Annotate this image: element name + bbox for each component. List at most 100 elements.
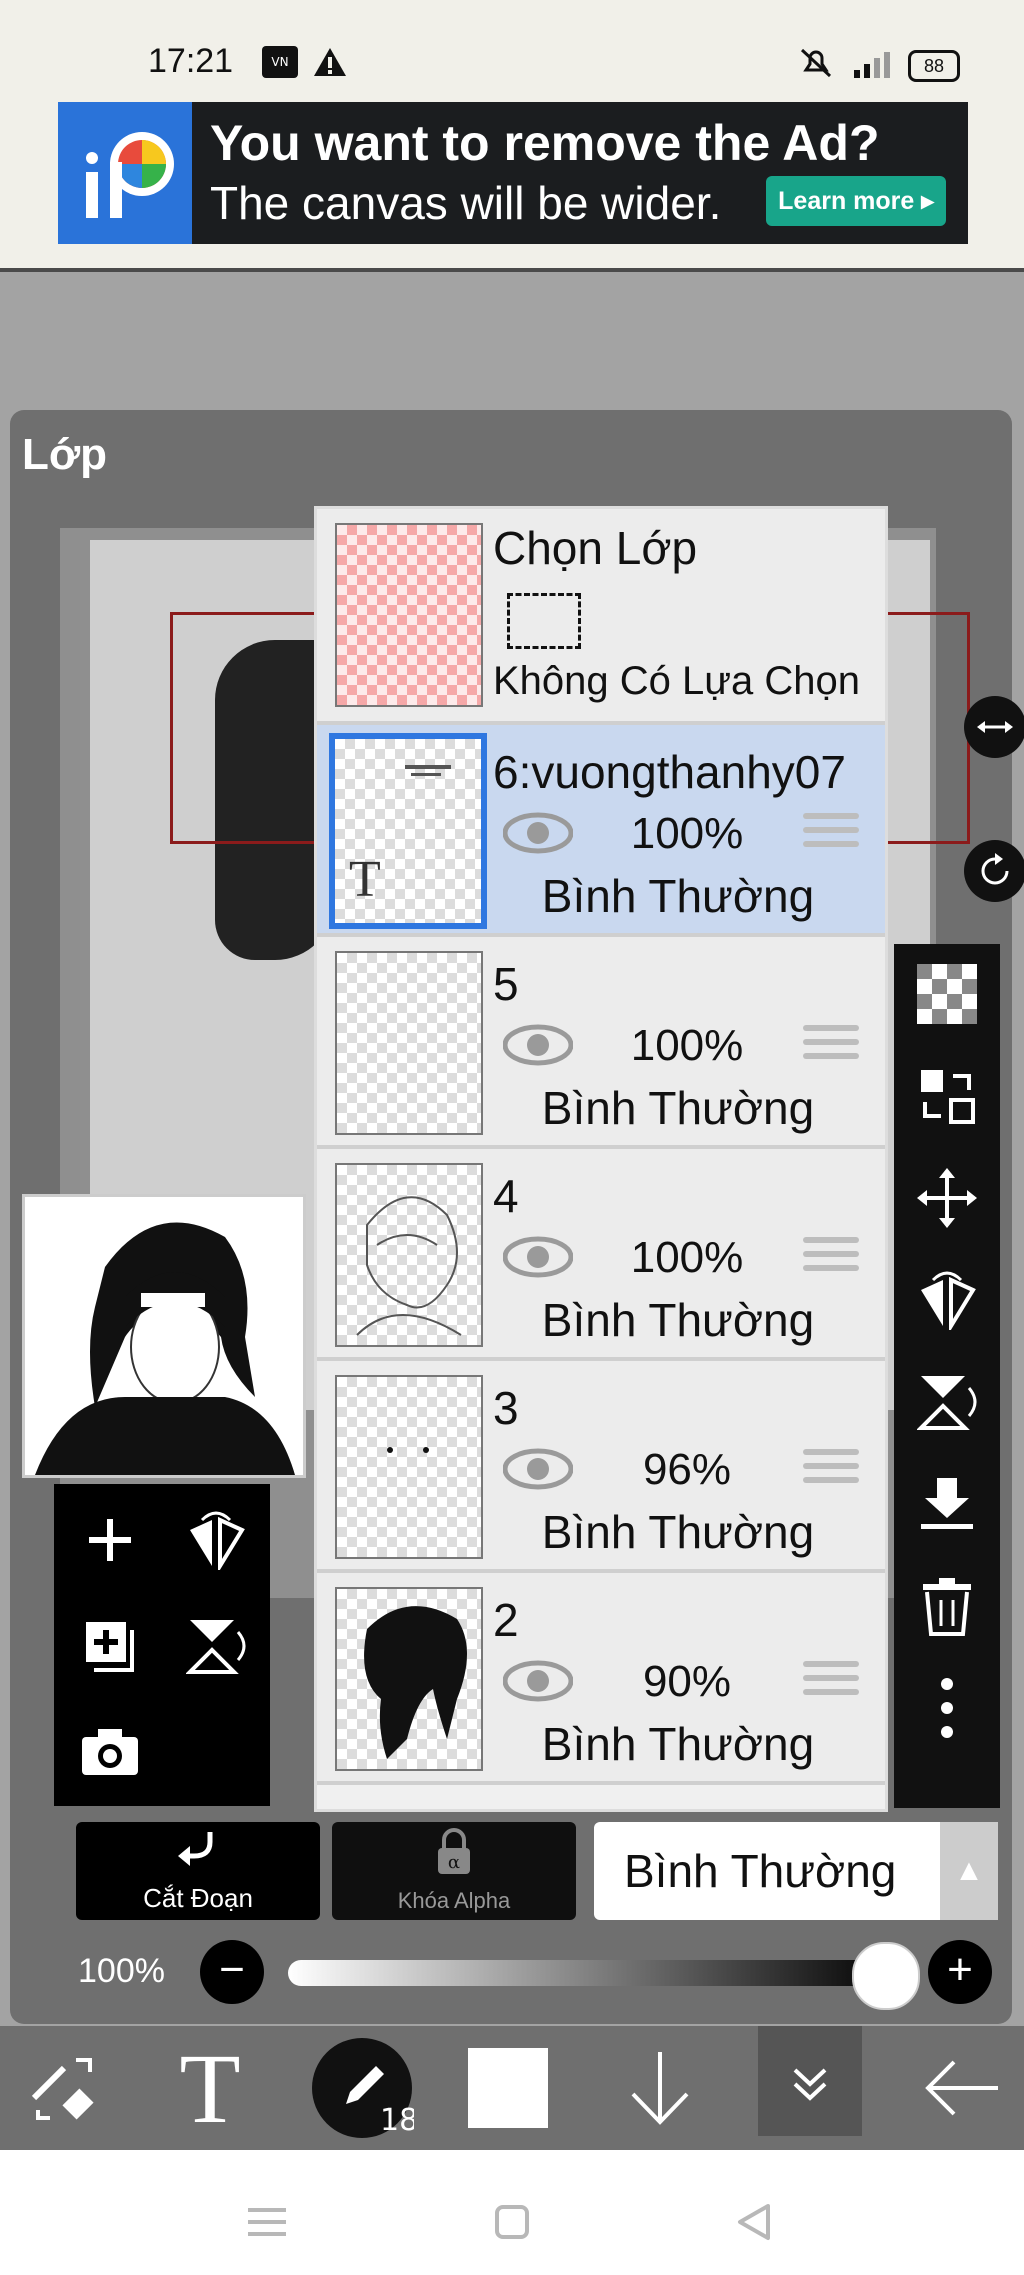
flip-layer-vertical-button[interactable] [166,1596,266,1696]
merge-down-button[interactable] [894,1454,1000,1554]
eye-icon[interactable] [503,1659,573,1703]
battery-indicator: 88 [908,50,960,82]
color-picker-button[interactable] [466,2026,550,2150]
signal-icon [854,52,890,78]
brush-tool-button[interactable]: 18 [300,2026,424,2150]
back-button[interactable] [912,2026,1012,2150]
ad-banner[interactable]: You want to remove the Ad? The canvas wi… [58,102,968,244]
swap-icon [921,1070,975,1124]
opacity-decrease-button[interactable]: − [200,1940,264,2004]
layer-row-6[interactable]: T 6:vuongthanhy07 100% Bình Thường [317,725,885,937]
eye-icon[interactable] [503,1023,573,1067]
opacity-increase-button[interactable]: + [928,1940,992,2004]
canvas-preview[interactable] [22,1194,306,1478]
alpha-lock-label: Khóa Alpha [397,1888,511,1913]
layer-name: 3 [493,1382,519,1434]
trash-icon [923,1578,971,1636]
layer-row-3[interactable]: 3 96% Bình Thường [317,1361,885,1573]
double-chevron-down-icon [793,2068,827,2101]
layer-thumbnail: T [329,733,487,929]
more-options-button[interactable] [894,1658,1000,1758]
selection-layer-row[interactable]: Chọn Lớp Không Có Lựa Chọn [317,509,885,725]
swap-layer-button[interactable] [894,1046,1000,1146]
flip-vertical-icon [186,1620,246,1674]
collapse-panel-button[interactable] [758,2026,862,2136]
layer-actions-box [54,1484,270,1806]
clipping-arrow-icon [178,1832,213,1866]
delete-layer-button[interactable] [894,1556,1000,1656]
selection-layer-thumbnail [335,523,483,707]
eye-icon[interactable] [503,1235,573,1279]
move-layer-button[interactable] [894,1148,1000,1248]
layer-opacity: 100% [630,1233,744,1282]
learn-more-label: Learn more [778,187,915,215]
layer-opacity: 100% [630,1021,744,1070]
hair-thumbnail-image [364,1606,467,1759]
ad-subline: The canvas will be wider. [210,177,722,229]
rotate-button[interactable] [964,840,1024,902]
drag-handle-icon[interactable] [803,1025,859,1065]
duplicate-layer-button[interactable] [60,1596,160,1696]
brush-size-label: 18 [380,2103,414,2138]
lineart-thumbnail-image [356,1196,462,1336]
layer-list[interactable]: Chọn Lớp Không Có Lựa Chọn T 6:vuongthan… [314,506,888,1812]
brush-eraser-swap-icon [31,2058,94,2120]
panel-title: Lớp [22,430,108,479]
layer-down-button[interactable] [610,2026,710,2150]
add-layer-button[interactable] [60,1490,160,1590]
resize-horizontal-button[interactable] [964,696,1024,758]
back-nav-icon[interactable] [736,2202,772,2242]
learn-more-button[interactable]: Learn more ▸ [766,176,946,226]
status-time: 17:21 [148,42,234,80]
layer-blend-mode: Bình Thường [541,1718,815,1770]
selection-layer-note: Không Có Lựa Chọn [493,659,861,703]
selection-layer-title: Chọn Lớp [493,522,698,574]
flip-horizontal-icon [190,1511,245,1570]
selection-marquee-icon [507,593,581,649]
drag-handle-icon[interactable] [803,813,859,853]
opacity-slider[interactable] [288,1960,896,1986]
move-icon [917,1168,977,1228]
svg-text:VN: VN [271,55,288,69]
layer-row-5[interactable]: 5 100% Bình Thường [317,937,885,1149]
blend-mode-select[interactable]: Bình Thường ▲ [594,1822,998,1920]
ibis-logo-icon [58,102,192,244]
layer-thumbnail [335,1587,483,1771]
drag-handle-icon[interactable] [803,1661,859,1701]
text-tool-button[interactable]: T [160,2026,260,2150]
chevron-up-icon[interactable]: ▲ [940,1822,998,1920]
layer-blend-mode: Bình Thường [541,1506,815,1558]
layer-blend-mode: Bình Thường [541,1294,815,1346]
flip-horizontal-icon [921,1271,976,1330]
layer-name: 5 [493,958,519,1010]
arrows-horizontal-icon [977,721,1013,733]
layer-row-2[interactable]: 2 90% Bình Thường [317,1573,885,1785]
flip-vertical-button[interactable] [894,1352,1000,1452]
clipping-button[interactable]: Cắt Đoạn [76,1822,320,1920]
opacity-slider-knob[interactable] [852,1942,920,2010]
flip-layer-horizontal-button[interactable] [166,1490,266,1590]
layer-row-4[interactable]: 4 100% Bình Thường [317,1149,885,1361]
ad-headline: You want to remove the Ad? [210,115,880,171]
eye-icon[interactable] [503,1447,573,1491]
camera-import-button[interactable] [60,1702,160,1802]
more-vertical-icon [941,1678,953,1738]
flip-horizontal-button[interactable] [894,1250,1000,1350]
transparent-fill-button[interactable] [894,944,1000,1044]
system-nav-bar [0,2150,1024,2275]
preview-artwork-image [35,1222,295,1475]
drag-handle-icon[interactable] [803,1449,859,1489]
alpha-lock-button[interactable]: α Khóa Alpha [332,1822,576,1920]
home-icon[interactable] [494,2204,530,2240]
swap-tools-button[interactable] [14,2026,114,2150]
svg-text:α: α [448,1852,460,1873]
current-color-swatch [468,2048,548,2128]
layer-name: 4 [493,1170,519,1222]
layer-name: 2 [493,1594,519,1646]
blend-mode-value: Bình Thường [624,1845,897,1897]
bottom-toolbar: T 18 [0,2026,1024,2150]
eye-icon[interactable] [503,811,573,855]
rotate-icon [981,853,1009,885]
drag-handle-icon[interactable] [803,1237,859,1277]
menu-icon[interactable] [248,2206,286,2238]
